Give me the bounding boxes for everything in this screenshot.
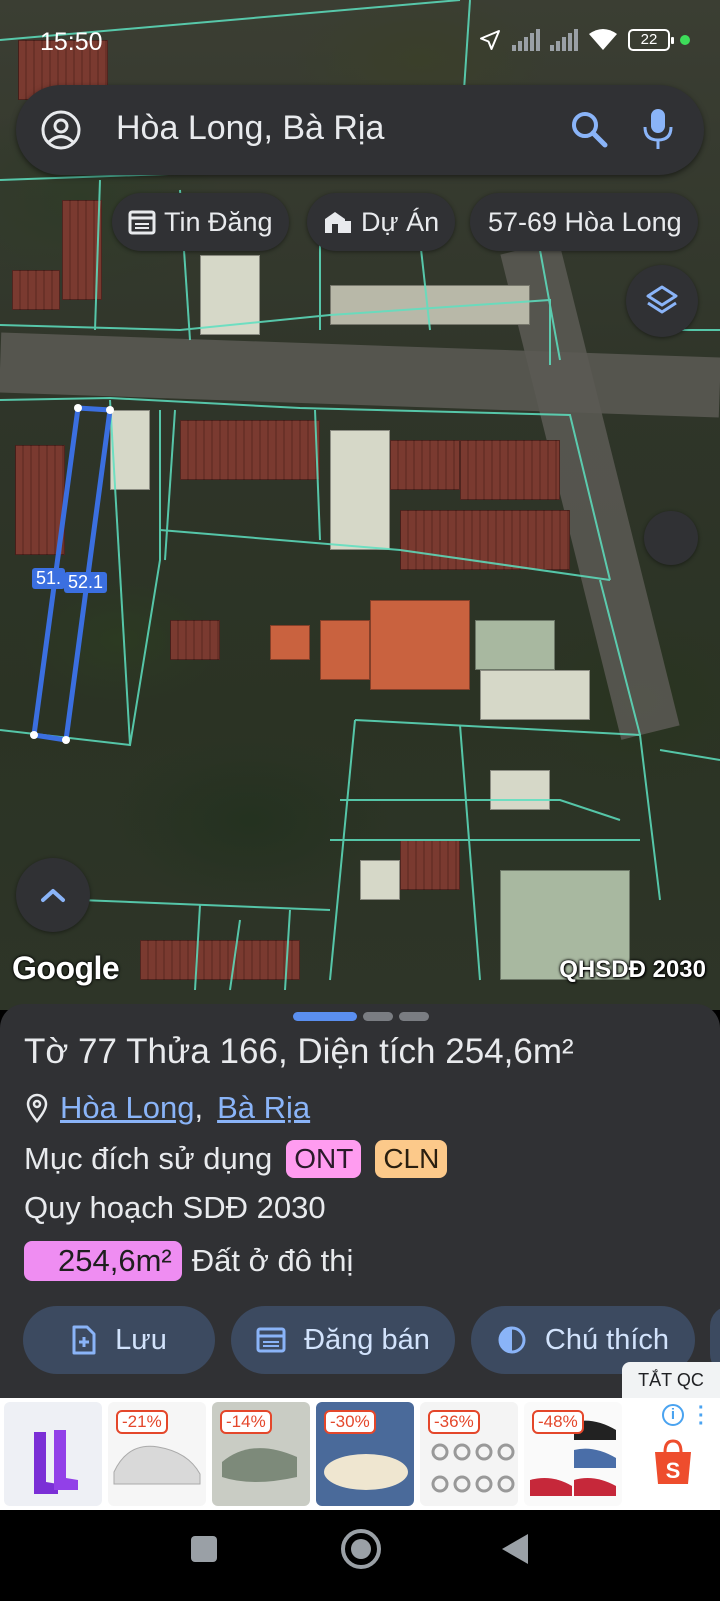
chip-label: 57-69 Hòa Long [488,206,682,237]
map-control-button[interactable] [644,511,698,565]
back-button[interactable] [500,1532,530,1566]
google-logo: Google [12,950,120,986]
clock: 15:50 [40,28,103,56]
post-sale-label: Đăng bán [304,1323,430,1356]
privacy-indicator-icon [680,35,690,45]
measure-label-right: 52.1 [64,572,108,593]
ad-product[interactable]: -30% [316,1402,414,1506]
area-row: 254,6m² Đất ở đô thị [24,1241,353,1281]
discount-badge: -14% [220,1410,272,1434]
discount-badge: -30% [324,1410,376,1434]
post-sale-button[interactable]: Đăng bán [231,1306,455,1374]
chip-address[interactable]: 57-69 Hòa Long [470,193,698,251]
parcel-location: Hòa Long , Bà Rịa [24,1090,310,1126]
search-bar[interactable]: Hòa Long, Bà Rịa [16,85,704,175]
calendar-list-icon [256,1327,286,1353]
area-badge: 254,6m² [24,1241,182,1281]
parcel-info-sheet[interactable]: Tờ 77 Thửa 166, Diện tích 254,6m² Hòa Lo… [0,1004,720,1400]
layers-button[interactable] [626,265,698,337]
ad-info-icon[interactable]: i [662,1404,684,1426]
shopee-bag-icon: S [655,1439,691,1484]
parcel-title: Tờ 77 Thửa 166, Diện tích 254,6m² [24,1032,574,1071]
ward-link[interactable]: Hòa Long [60,1090,194,1126]
search-input[interactable]: Hòa Long, Bà Rịa [116,109,384,148]
area-description: Đất ở đô thị [191,1243,354,1278]
home-button[interactable] [339,1527,383,1571]
save-label: Lưu [115,1323,167,1356]
location-pin-icon [26,1093,48,1123]
ad-product[interactable]: -21% [108,1402,206,1506]
signal-icon [550,29,578,51]
discount-badge: -36% [428,1410,480,1434]
search-icon[interactable] [569,109,609,149]
close-ads-button[interactable]: TẮT QC [622,1362,720,1398]
building-icon [325,212,351,233]
chevron-up-icon [41,889,65,902]
layers-icon [646,285,678,314]
signal-icon [512,29,540,51]
recents-button[interactable] [191,1536,217,1562]
ad-more-icon[interactable]: · · · [698,1398,705,1434]
ad-product[interactable]: -14% [212,1402,310,1506]
land-use-purpose: Mục đích sử dụng ONT CLN [24,1140,448,1178]
plan-label: Quy hoạch SDĐ 2030 [24,1190,326,1225]
wifi-icon [589,29,617,50]
purpose-label: Mục đích sử dụng [24,1141,273,1176]
chip-label: Tin Đăng [164,206,273,237]
chip-tin-dang[interactable]: Tin Đăng [112,193,289,251]
city-link[interactable]: Bà Rịa [217,1090,310,1126]
location-separator: , [194,1090,204,1125]
battery-icon: 22 [628,29,674,51]
ad-banner[interactable]: -21% -14% -30% -36% -48% i · · · S [0,1398,720,1510]
save-add-icon [72,1325,96,1355]
sheet-drag-handle[interactable] [293,1012,429,1021]
location-arrow-icon [480,30,500,50]
boots-image [34,1430,78,1494]
contrast-icon [498,1326,526,1354]
discount-badge: -48% [532,1410,584,1434]
discount-badge: -21% [116,1410,168,1434]
svg-text:S: S [666,1458,681,1483]
land-use-badge-cln[interactable]: CLN [375,1140,448,1178]
chip-du-an[interactable]: Dự Án [307,193,456,251]
status-bar: 15:50 22 [0,0,720,82]
land-use-badge-ont[interactable]: ONT [286,1140,362,1178]
ad-product[interactable]: -36% [420,1402,518,1506]
ad-product[interactable] [4,1402,102,1506]
measure-label-left: 51. [32,568,66,589]
account-icon[interactable] [40,109,82,151]
legend-label: Chú thích [544,1323,670,1356]
microphone-icon[interactable] [642,107,674,151]
system-nav-bar [0,1510,720,1601]
ad-product[interactable]: -48% [524,1402,622,1506]
chip-label: Dự Án [361,206,440,237]
save-button[interactable]: Lưu [23,1306,215,1374]
map-layer-label: QHSDĐ 2030 [559,956,706,983]
calendar-list-icon [128,210,156,235]
expand-up-button[interactable] [16,858,90,932]
